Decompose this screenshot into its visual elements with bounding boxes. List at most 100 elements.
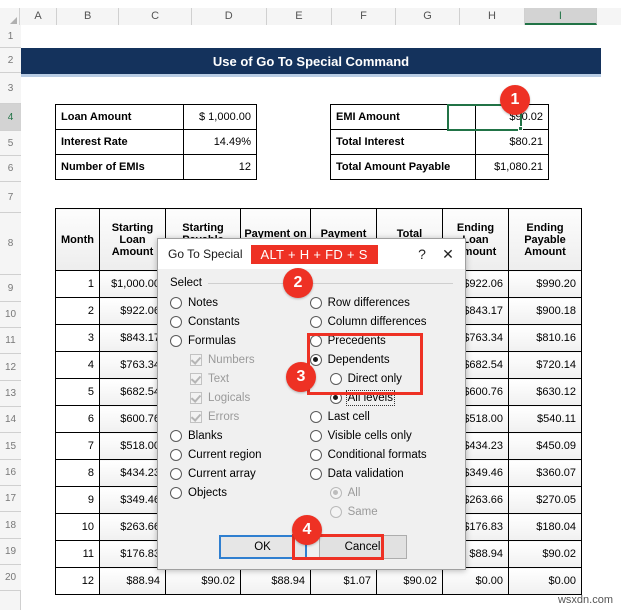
column-header-f[interactable]: F [332,8,396,25]
row-header-11[interactable]: 11 [0,328,21,354]
cell-r9-c2[interactable]: $1,000.00 [99,270,166,298]
cell-r15-c8[interactable]: $450.09 [508,432,582,460]
row-header-1[interactable]: 1 [0,25,21,48]
cell-r10-c2[interactable]: $922.06 [99,297,166,325]
cell-r16-c8[interactable]: $360.07 [508,459,582,487]
radio-conditional-formats-icon[interactable] [309,448,322,461]
radio-data-validation-icon[interactable] [309,467,322,480]
cell-r19-c2[interactable]: $176.83 [99,540,166,568]
fill-handle[interactable] [518,126,523,131]
loan-amount-value[interactable]: $ 1,000.00 [183,104,257,130]
cell-r20-c4[interactable]: $88.94 [240,567,311,595]
column-header-c[interactable]: C [119,8,192,25]
cell-r20-c8[interactable]: $0.00 [508,567,582,595]
ok-button[interactable]: OK [218,535,307,559]
cell-r16-c2[interactable]: $434.23 [99,459,166,487]
cell-r10-c8[interactable]: $900.18 [508,297,582,325]
radio-current-array-icon[interactable] [170,467,182,480]
cell-r17-c1[interactable]: 9 [55,486,100,514]
row-header-10[interactable]: 10 [0,302,21,328]
cell-r11-c2[interactable]: $843.17 [99,324,166,352]
option-blanks[interactable]: Blanks [170,426,310,445]
cell-r14-c1[interactable]: 6 [55,405,100,433]
number-of-emis-value[interactable]: 12 [183,154,257,180]
cancel-button[interactable]: Cancel [318,535,407,559]
row-header-18[interactable]: 18 [0,512,21,539]
table-row[interactable]: Total Interest $80.21 [330,129,549,155]
radio-dependents-icon[interactable] [309,353,322,366]
option-conditional-formats[interactable]: Conditional formats [309,445,453,464]
cell-r11-c8[interactable]: $810.16 [508,324,582,352]
cell-r17-c2[interactable]: $349.46 [99,486,166,514]
cell-r14-c8[interactable]: $540.11 [508,405,582,433]
table-row[interactable]: 12 $88.94 $90.02 $88.94 $1.07 $90.02 $0.00 $0.0… [55,567,582,595]
option-current-region[interactable]: Current region [170,445,310,464]
column-header-b[interactable]: B [56,8,120,25]
option-current-array[interactable]: Current array [170,464,310,483]
close-icon[interactable]: ✕ [435,241,461,267]
row-header-6[interactable]: 6 [0,156,21,182]
option-objects[interactable]: Objects [170,483,310,502]
radio-all-levels-icon[interactable] [329,391,342,404]
row-header-20[interactable]: 20 [0,565,21,591]
row-header-7[interactable]: 7 [0,182,21,213]
cell-r15-c2[interactable]: $518.00 [99,432,166,460]
radio-row-differences-icon[interactable] [309,296,322,309]
row-header-19[interactable]: 19 [0,539,21,565]
radio-precedents-icon[interactable] [309,334,322,347]
table-row[interactable]: Interest Rate 14.49% [55,129,257,155]
cell-r18-c1[interactable]: 10 [55,513,100,541]
option-row-differences[interactable]: Row differences [309,293,453,312]
cell-r9-c8[interactable]: $990.20 [508,270,582,298]
cell-r19-c1[interactable]: 11 [55,540,100,568]
radio-column-differences-icon[interactable] [309,315,322,328]
radio-visible-cells-only-icon[interactable] [309,429,322,442]
cell-r20-c5[interactable]: $1.07 [310,567,377,595]
radio-constants-icon[interactable] [170,315,182,328]
help-icon[interactable]: ? [409,241,435,267]
table-row[interactable]: Loan Amount $ 1,000.00 [55,104,257,130]
cell-r14-c2[interactable]: $600.76 [99,405,166,433]
cell-r18-c8[interactable]: $180.04 [508,513,582,541]
total-amount-payable-value[interactable]: $1,080.21 [475,154,549,180]
option-precedents[interactable]: Precedents [309,331,453,350]
column-header-h[interactable]: H [460,8,525,25]
radio-direct-only-icon[interactable] [329,372,342,385]
cell-r15-c1[interactable]: 7 [55,432,100,460]
option-last-cell[interactable]: Last cell [309,407,453,426]
cell-r12-c8[interactable]: $720.14 [508,351,582,379]
cell-r20-c1[interactable]: 12 [55,567,100,595]
option-constants[interactable]: Constants [170,312,310,331]
cell-r9-c1[interactable]: 1 [55,270,100,298]
option-dependents[interactable]: Dependents [309,350,453,369]
cell-r16-c1[interactable]: 8 [55,459,100,487]
radio-objects-icon[interactable] [170,486,182,499]
cell-r20-c6[interactable]: $90.02 [376,567,443,595]
radio-blanks-icon[interactable] [170,429,182,442]
radio-notes-icon[interactable] [170,296,182,309]
cell-r12-c2[interactable]: $763.34 [99,351,166,379]
dialog-titlebar[interactable]: Go To Special ALT + H + FD + S ? ✕ [158,239,465,269]
table-row[interactable]: Number of EMIs 12 [55,154,257,180]
cell-r11-c1[interactable]: 3 [55,324,100,352]
option-notes[interactable]: Notes [170,293,310,312]
row-header-14[interactable]: 14 [0,407,21,433]
column-header-d[interactable]: D [191,8,267,25]
option-column-differences[interactable]: Column differences [309,312,453,331]
radio-current-region-icon[interactable] [170,448,182,461]
cell-r13-c2[interactable]: $682.54 [99,378,166,406]
column-header-a[interactable]: A [20,8,57,25]
cell-r13-c8[interactable]: $630.12 [508,378,582,406]
cell-r18-c2[interactable]: $263.66 [99,513,166,541]
cell-r10-c1[interactable]: 2 [55,297,100,325]
total-interest-value[interactable]: $80.21 [475,129,549,155]
option-direct-only[interactable]: Direct only [310,369,453,388]
column-header-i[interactable]: I [524,8,597,25]
row-header-8[interactable]: 8 [0,213,21,275]
row-header-4[interactable]: 4 [0,104,21,131]
row-header-9[interactable]: 9 [0,275,21,302]
row-header-12[interactable]: 12 [0,354,21,381]
cell-r13-c1[interactable]: 5 [55,378,100,406]
row-header-17[interactable]: 17 [0,486,21,512]
column-header-g[interactable]: G [395,8,461,25]
